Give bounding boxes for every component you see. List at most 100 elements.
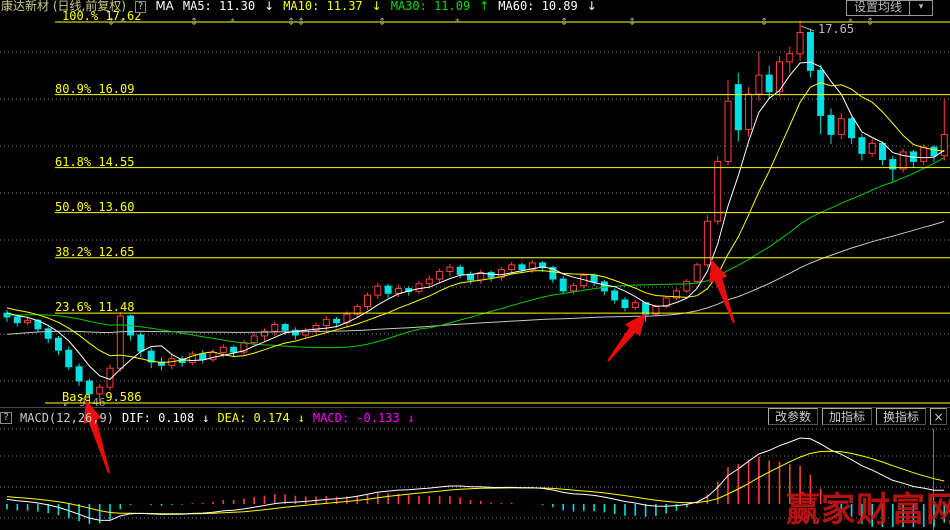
switch-indicator-button[interactable]: 换指标 xyxy=(876,408,926,425)
candle-body xyxy=(45,329,51,338)
dif-value: DIF: 0.108 xyxy=(122,411,194,425)
candle-body xyxy=(282,325,288,331)
macd-down-arrow-icon: ↓ xyxy=(408,411,415,425)
candle-body xyxy=(849,119,855,138)
ma-indicator-label: MA xyxy=(155,0,174,13)
fib-handle-icon[interactable]: ↕ xyxy=(297,17,305,28)
chart-canvas[interactable]: ↕*↕*↕↕↕*↕↕↕*↕ xyxy=(0,0,950,530)
fib-base-label: Base 9.586 xyxy=(62,390,141,404)
candle-body xyxy=(200,354,206,360)
candle-body xyxy=(622,300,628,308)
stock-title: 康达新材 (日线,前复权) xyxy=(1,0,126,13)
candle-body xyxy=(632,303,638,308)
candle-body xyxy=(210,353,216,360)
candle-body xyxy=(859,138,865,154)
candle-body xyxy=(76,367,82,381)
ma5-value: MA5: 11.30 xyxy=(183,0,255,13)
candle-body xyxy=(509,265,515,270)
candle-body xyxy=(375,286,381,295)
help-icon[interactable]: ? xyxy=(135,1,146,13)
fib-handle-icon[interactable]: ↕ xyxy=(378,17,386,28)
fib-handle-icon[interactable]: ↕ xyxy=(866,17,874,28)
candle-body xyxy=(25,320,31,322)
candle-body xyxy=(787,54,793,62)
ma30-value: MA30: 11.09 xyxy=(391,0,470,13)
fib-handle-icon[interactable]: ↕ xyxy=(560,17,568,28)
ma30-up-arrow-icon: ↑ xyxy=(479,0,489,13)
candle-body xyxy=(694,265,700,282)
candle-body xyxy=(756,75,762,94)
candle-body xyxy=(519,265,525,270)
fib-handle-icon[interactable]: * xyxy=(230,17,235,28)
candle-body xyxy=(735,85,741,130)
dea-down-arrow-icon: ↓ xyxy=(298,411,305,425)
dif-down-arrow-icon: ↓ xyxy=(202,411,209,425)
candle-body xyxy=(591,275,597,282)
candle-body xyxy=(416,284,422,292)
peak-price-label: 17.65 xyxy=(818,22,854,36)
ma30-line xyxy=(7,158,944,348)
fib-handle-icon[interactable]: ↕ xyxy=(628,17,636,28)
candle-body xyxy=(612,291,618,300)
fib-level-label-23-6: 23.6% 11.48 xyxy=(55,300,134,314)
candle-body xyxy=(66,350,72,367)
candle-body xyxy=(251,336,257,343)
ma60-down-arrow-icon: ↓ xyxy=(587,0,597,13)
macd-value: MACD: -0.133 xyxy=(313,411,400,425)
watermark: 赢家财富网 xyxy=(786,482,950,530)
fib-handle-icon[interactable]: * xyxy=(455,17,460,28)
candle-body xyxy=(334,319,340,322)
macd-button-group: 改参数 加指标 换指标 × xyxy=(768,408,947,425)
add-indicator-button[interactable]: 加指标 xyxy=(822,408,872,425)
candle-body xyxy=(704,221,710,265)
candle-body xyxy=(643,303,649,314)
fib-handle-icon[interactable]: ↕ xyxy=(190,17,198,28)
candle-body xyxy=(828,115,834,134)
candle-body xyxy=(14,317,20,323)
candle-body xyxy=(117,316,123,368)
fib-level-label-61-8: 61.8% 14.55 xyxy=(55,155,134,169)
candle-body xyxy=(746,94,752,130)
candle-body xyxy=(941,134,947,155)
dea-value: DEA: 0.174 xyxy=(217,411,289,425)
candle-body xyxy=(272,325,278,332)
set-ma-button[interactable]: 设置均线 xyxy=(846,0,910,16)
top-toolbar: 康达新材 (日线,前复权) ? MA MA5: 11.30 ↓ MA10: 11… xyxy=(0,0,950,13)
candle-body xyxy=(725,101,731,161)
ma5-down-arrow-icon: ↓ xyxy=(264,0,274,13)
change-params-button[interactable]: 改参数 xyxy=(768,408,818,425)
close-icon[interactable]: × xyxy=(930,408,947,425)
macd-header: ? MACD(12,26,9) DIF: 0.108 ↓ DEA: 0.174 … xyxy=(0,409,760,426)
fib-level-label-38-2: 38.2% 12.65 xyxy=(55,245,134,259)
candle-body xyxy=(571,286,577,291)
ma10-line xyxy=(7,83,944,363)
ma10-value: MA10: 11.37 xyxy=(283,0,362,13)
candle-body xyxy=(766,75,772,92)
chevron-down-icon[interactable]: ▾ xyxy=(909,0,933,16)
candle-body xyxy=(797,32,803,53)
candle-body xyxy=(447,267,453,271)
stock-chart-window: 康达新材 (日线,前复权) ? MA MA5: 11.30 ↓ MA10: 11… xyxy=(0,0,950,530)
candle-body xyxy=(231,347,237,352)
candle-body xyxy=(807,32,813,70)
candle-body xyxy=(323,319,329,325)
fib-handle-icon[interactable]: ↕ xyxy=(760,17,768,28)
candle-body xyxy=(601,282,607,291)
candle-body xyxy=(921,147,927,161)
fib-level-label-50-0: 50.0% 13.60 xyxy=(55,200,134,214)
ma60-value: MA60: 10.89 xyxy=(498,0,577,13)
fib-level-label-80-9: 80.9% 16.09 xyxy=(55,82,134,96)
candle-body xyxy=(468,274,474,280)
candle-body xyxy=(869,143,875,153)
candle-body xyxy=(56,338,62,350)
ma60-line xyxy=(7,221,944,334)
macd-help-icon[interactable]: ? xyxy=(0,412,12,424)
candle-body xyxy=(220,347,226,352)
ma10-down-arrow-icon: ↓ xyxy=(372,0,382,13)
candle-body xyxy=(838,119,844,135)
peak-pointer-line xyxy=(801,26,814,31)
candle-body xyxy=(560,279,566,291)
candle-body xyxy=(818,70,824,115)
fib-handle-icon[interactable]: ↕ xyxy=(287,17,295,28)
candle-body xyxy=(457,267,463,274)
